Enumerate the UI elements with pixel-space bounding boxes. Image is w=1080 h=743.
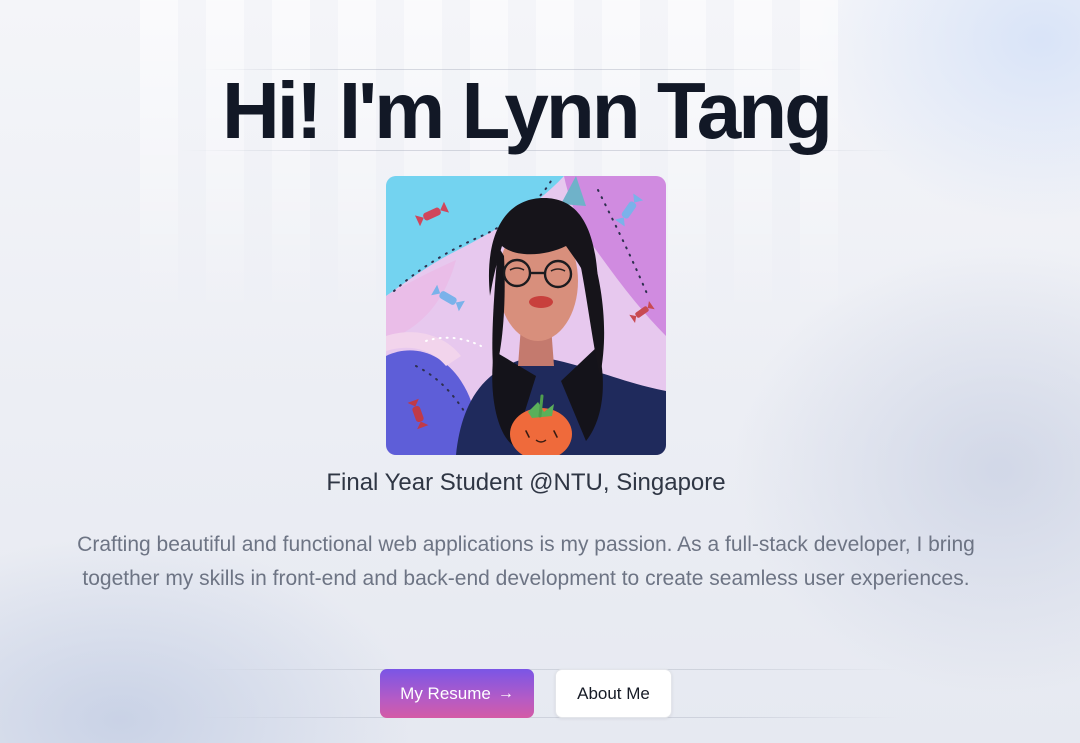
hero-description: Crafting beautiful and functional web ap…: [77, 533, 975, 590]
profile-illustration: [386, 176, 666, 455]
about-me-button-label: About Me: [577, 683, 650, 703]
hero-actions: My Resume → About Me: [380, 669, 672, 719]
hero-title: Hi! I'm Lynn Tang: [222, 66, 833, 155]
resume-button[interactable]: My Resume →: [380, 669, 534, 718]
hero-subtitle: Final Year Student @NTU, Singapore: [326, 469, 726, 496]
arrow-right-icon: →: [497, 684, 514, 702]
resume-button-label: My Resume: [400, 683, 491, 703]
about-me-button[interactable]: About Me: [555, 669, 672, 718]
